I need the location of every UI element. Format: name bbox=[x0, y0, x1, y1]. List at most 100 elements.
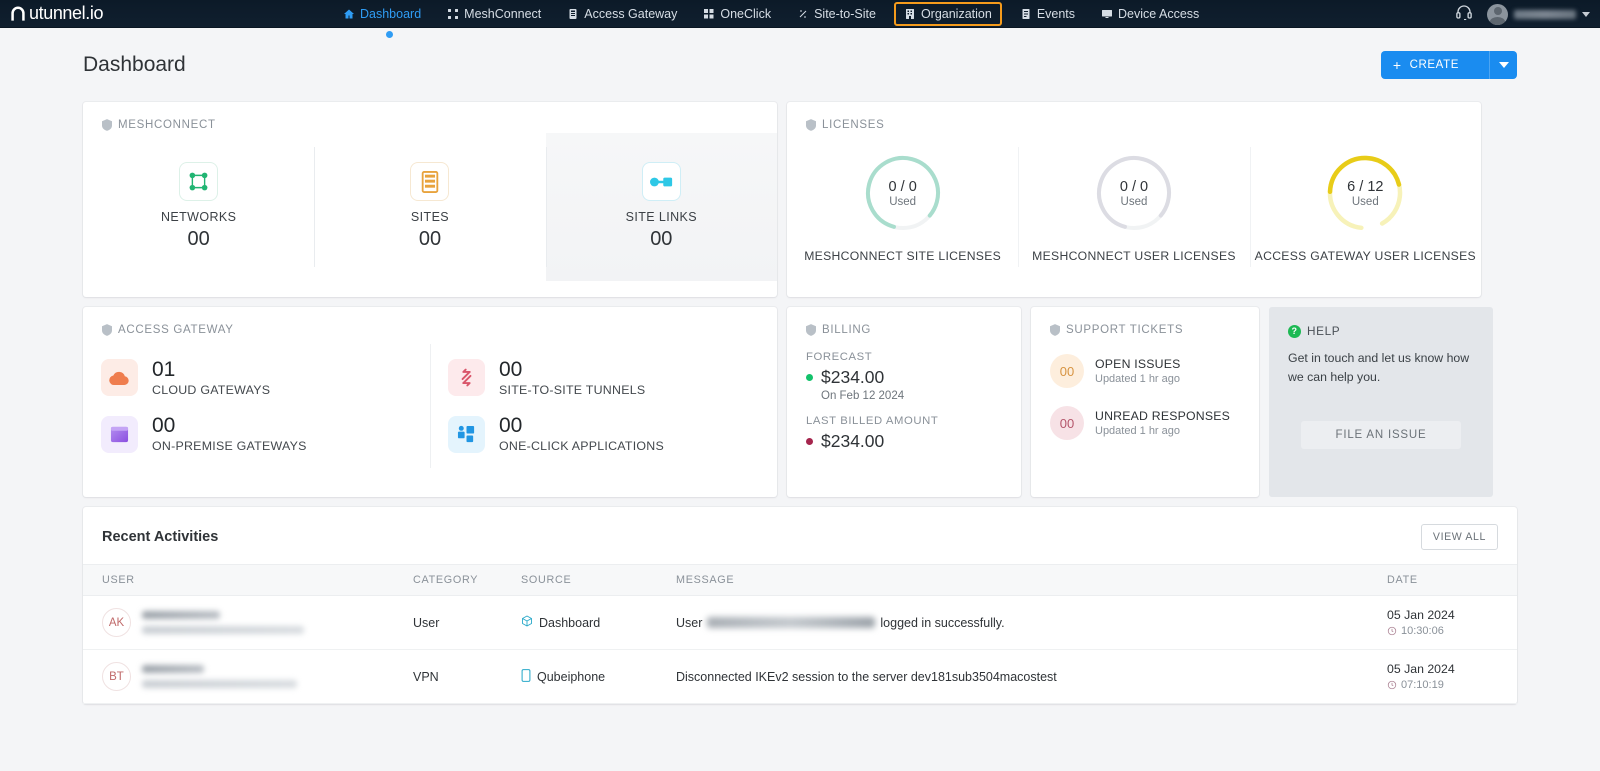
support-item-open-issues[interactable]: 00 OPEN ISSUES Updated 1 hr ago bbox=[1050, 354, 1259, 388]
mesh-icon bbox=[447, 8, 459, 20]
recent-activities-header: Recent Activities VIEW ALL bbox=[83, 507, 1517, 564]
create-dropdown-toggle[interactable] bbox=[1489, 51, 1517, 79]
license-tile-access-gateway-user: 6 / 12 Used ACCESS GATEWAY USER LICENSES bbox=[1249, 133, 1481, 281]
nav-item-organization[interactable]: Organization bbox=[893, 2, 1002, 26]
cards-row-1: MESHCONNECT NETWORKS 00 SITES 00 SITE LI… bbox=[83, 102, 1517, 297]
avatar: BT bbox=[102, 662, 131, 691]
ag-item-cloud-gateways[interactable]: 01 CLOUD GATEWAYS bbox=[101, 357, 430, 397]
ag-label: CLOUD GATEWAYS bbox=[152, 383, 271, 397]
tunnel-logo-icon bbox=[8, 4, 28, 24]
cell-time: 10:30:06 bbox=[1401, 625, 1444, 637]
shield-icon bbox=[806, 324, 816, 336]
nav-label: Site-to-Site bbox=[814, 7, 876, 21]
billing-forecast-date: On Feb 12 2024 bbox=[821, 390, 905, 402]
column-header-source: SOURCE bbox=[521, 564, 676, 596]
shield-icon bbox=[102, 324, 112, 336]
nav-item-access-gateway[interactable]: Access Gateway bbox=[564, 3, 680, 25]
tile-label: SITE LINKS bbox=[625, 210, 698, 224]
nav-item-meshconnect[interactable]: MeshConnect bbox=[444, 3, 544, 25]
user-name-redacted bbox=[142, 611, 304, 634]
cell-date: 05 Jan 2024 bbox=[1387, 608, 1455, 622]
license-tile-meshconnect-site: 0 / 0 Used MESHCONNECT SITE LICENSES bbox=[787, 133, 1018, 281]
nav-item-device-access[interactable]: Device Access bbox=[1098, 3, 1202, 25]
chevron-down-icon bbox=[1582, 11, 1590, 17]
meshconnect-tile-site-links[interactable]: SITE LINKS 00 bbox=[545, 133, 777, 281]
tile-label: SITES bbox=[410, 210, 450, 224]
ag-item-one-click-applications[interactable]: 00 ONE-CLICK APPLICATIONS bbox=[448, 414, 777, 453]
site-to-site-icon bbox=[797, 8, 809, 20]
page-header: Dashboard + CREATE bbox=[83, 28, 1517, 102]
license-sub: Used bbox=[1351, 195, 1379, 208]
column-header-category: CATEGORY bbox=[413, 564, 521, 596]
shield-icon bbox=[806, 119, 816, 131]
home-icon bbox=[343, 8, 355, 20]
ag-label: ON-PREMISE GATEWAYS bbox=[152, 439, 307, 454]
ag-value: 00 bbox=[152, 414, 176, 437]
license-value: 6 / 12 bbox=[1347, 178, 1384, 195]
license-donut-meshconnect-user: 0 / 0 Used bbox=[1092, 151, 1176, 235]
view-all-button[interactable]: VIEW ALL bbox=[1420, 524, 1498, 550]
clock-icon bbox=[1387, 626, 1397, 636]
nav-item-dashboard[interactable]: Dashboard bbox=[340, 3, 424, 25]
column-header-date: DATE bbox=[1387, 564, 1517, 596]
access-gateway-card-label: ACCESS GATEWAY bbox=[83, 307, 777, 336]
table-row[interactable]: BT VPN Qubeiphone Disconnected IKEv2 ses… bbox=[83, 649, 1517, 704]
oneclick-icon bbox=[703, 8, 715, 20]
ag-item-on-premise-gateways[interactable]: 00 ON-PREMISE GATEWAYS bbox=[101, 414, 430, 454]
user-avatar-icon bbox=[1487, 3, 1508, 25]
brand-logo[interactable]: utunnel.io bbox=[0, 3, 103, 24]
events-icon bbox=[1020, 8, 1032, 20]
status-dot-green-icon bbox=[806, 374, 813, 381]
site-link-icon bbox=[642, 163, 680, 200]
create-button[interactable]: + CREATE bbox=[1380, 51, 1517, 79]
meshconnect-tile-sites[interactable]: SITES 00 bbox=[314, 133, 545, 281]
license-sub: Used bbox=[889, 195, 917, 208]
recent-activities-table: USER CATEGORY SOURCE MESSAGE DATE AK Use… bbox=[83, 564, 1517, 704]
help-card: ? HELP Get in touch and let us know how … bbox=[1269, 307, 1493, 497]
nav-label: OneClick bbox=[720, 7, 772, 21]
plus-icon: + bbox=[1392, 57, 1402, 73]
cloud-icon bbox=[101, 359, 138, 397]
support-item-unread-responses[interactable]: 00 UNREAD RESPONSES Updated 1 hr ago bbox=[1050, 406, 1259, 440]
avatar: AK bbox=[102, 608, 131, 637]
unread-responses-count-badge: 00 bbox=[1050, 406, 1084, 440]
cell-category: VPN bbox=[413, 649, 521, 704]
column-header-user: USER bbox=[83, 564, 413, 596]
tile-value: 00 bbox=[418, 228, 442, 250]
top-navbar: utunnel.io Dashboard MeshConnect Access … bbox=[0, 0, 1600, 28]
nav-label: Dashboard bbox=[360, 7, 422, 21]
recent-activities-title: Recent Activities bbox=[102, 529, 219, 545]
license-value: 0 / 0 bbox=[1119, 178, 1149, 195]
message-redacted bbox=[707, 617, 876, 628]
billing-card: BILLING FORECAST $234.00 On Feb 12 2024 … bbox=[787, 307, 1021, 497]
shield-icon bbox=[1050, 324, 1060, 336]
support-item-updated: Updated 1 hr ago bbox=[1095, 373, 1181, 385]
file-an-issue-button[interactable]: FILE AN ISSUE bbox=[1301, 421, 1461, 450]
ag-value: 01 bbox=[152, 357, 176, 381]
cell-source: Dashboard bbox=[539, 615, 601, 630]
support-tickets-card: SUPPORT TICKETS 00 OPEN ISSUES Updated 1… bbox=[1031, 307, 1259, 497]
table-row[interactable]: AK User Dashboard User logged in success… bbox=[83, 595, 1517, 650]
status-dot-maroon-icon bbox=[806, 438, 813, 445]
meshconnect-tile-networks[interactable]: NETWORKS 00 bbox=[83, 133, 314, 281]
nav-item-site-to-site[interactable]: Site-to-Site bbox=[794, 3, 879, 25]
ag-item-site-to-site-tunnels[interactable]: 00 SITE-TO-SITE TUNNELS bbox=[448, 358, 777, 397]
user-menu[interactable] bbox=[1487, 3, 1590, 25]
tile-value: 00 bbox=[187, 228, 210, 250]
tile-value: 00 bbox=[650, 228, 673, 250]
clock-icon bbox=[1387, 680, 1397, 690]
nav-item-events[interactable]: Events bbox=[1017, 3, 1078, 25]
nav-label: Events bbox=[1036, 7, 1076, 21]
chevron-down-icon bbox=[1498, 62, 1509, 68]
tile-label: NETWORKS bbox=[160, 210, 237, 224]
nav-links: Dashboard MeshConnect Access Gateway One… bbox=[340, 0, 1202, 28]
license-tile-meshconnect-user: 0 / 0 Used MESHCONNECT USER LICENSES bbox=[1018, 133, 1249, 281]
table-header-row: USER CATEGORY SOURCE MESSAGE DATE bbox=[83, 564, 1517, 596]
headset-icon[interactable] bbox=[1455, 3, 1473, 26]
page-title: Dashboard bbox=[83, 53, 186, 76]
server-icon bbox=[101, 415, 138, 453]
nav-item-oneclick[interactable]: OneClick bbox=[700, 3, 774, 25]
nav-label: Device Access bbox=[1118, 7, 1200, 21]
cell-source: Qubeiphone bbox=[537, 669, 606, 684]
device-access-icon bbox=[1101, 8, 1113, 20]
